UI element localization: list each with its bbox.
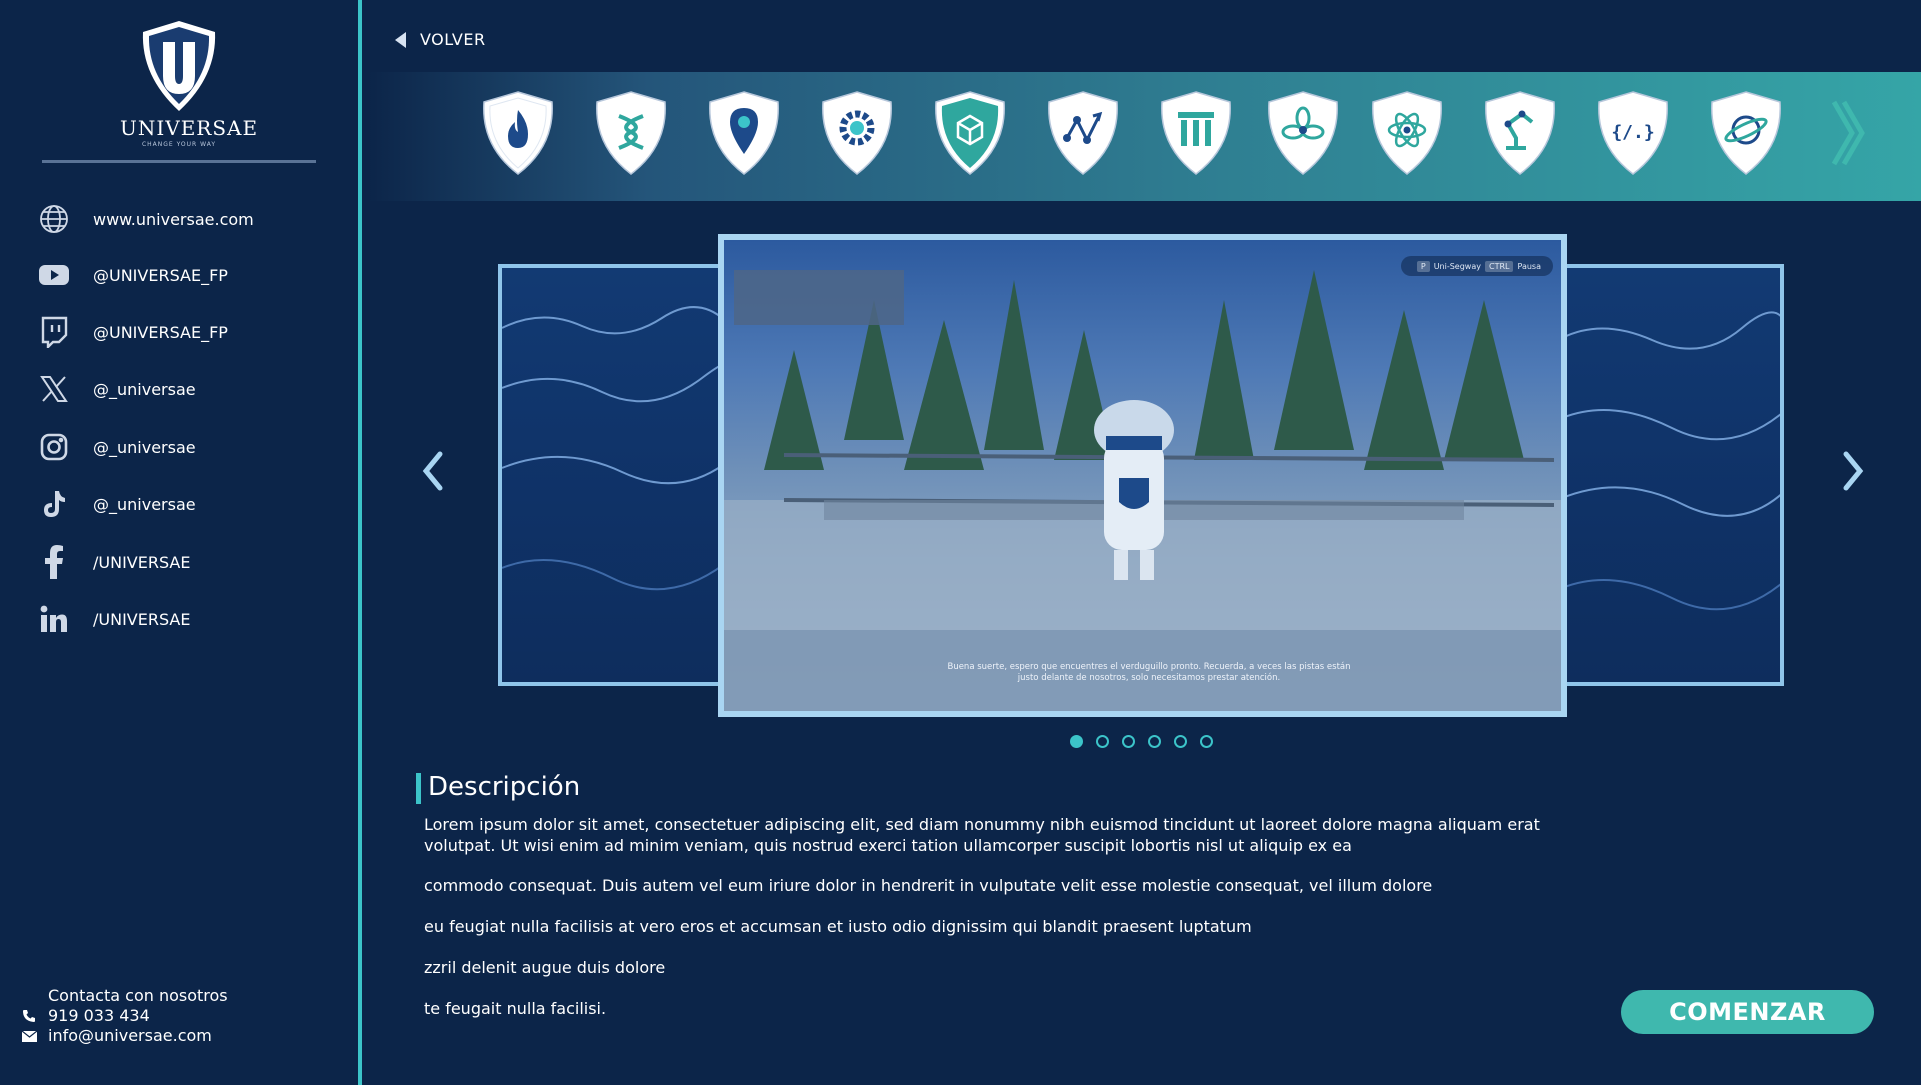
sidebar-divider: [42, 160, 316, 163]
description-paragraph: eu feugiat nulla facilisis at vero eros …: [424, 917, 1252, 936]
linkedin-icon: [37, 602, 71, 636]
back-arrow-icon: [395, 31, 406, 48]
x-icon: [37, 372, 71, 406]
carousel-dot[interactable]: [1070, 735, 1083, 748]
double-chevron-right-icon: [1831, 100, 1865, 166]
social-link-facebook[interactable]: /UNIVERSAE: [37, 542, 190, 582]
contact-block: Contacta con nosotros 919 033 434 info@u…: [22, 986, 228, 1046]
game-screenshot-image: [724, 270, 1561, 711]
hud-action: Pausa: [1517, 261, 1541, 271]
chevron-left-icon: [422, 451, 443, 491]
game-hud: P Uni-Segway CTRL Pausa: [1400, 256, 1553, 276]
category-network[interactable]: [1045, 90, 1121, 176]
social-link-linkedin[interactable]: /UNIVERSAE: [37, 599, 190, 639]
description-paragraph: Lorem ipsum dolor sit amet, consectetuer…: [424, 815, 1540, 855]
social-label: /UNIVERSAE: [93, 609, 191, 629]
social-link-x[interactable]: @_universae: [37, 369, 196, 409]
social-label: /UNIVERSAE: [93, 552, 191, 572]
contact-email: info@universae.com: [48, 1026, 212, 1045]
carousel-dot[interactable]: [1148, 735, 1161, 748]
twitch-icon: [37, 315, 71, 349]
cube-icon: [935, 91, 1005, 175]
facebook-icon: [37, 545, 71, 579]
description-paragraph: te feugait nulla facilisi.: [424, 999, 607, 1018]
category-flame[interactable]: [480, 90, 556, 176]
hud-key: CTRL: [1484, 260, 1514, 272]
category-location[interactable]: [706, 90, 782, 176]
water-texture-image: [1562, 311, 1780, 611]
gear-wrench-icon: [822, 91, 892, 175]
category-3d[interactable]: [932, 90, 1008, 176]
social-label: @UNIVERSAE_FP: [93, 322, 228, 342]
social-link-twitch[interactable]: @UNIVERSAE_FP: [37, 312, 228, 352]
phone-icon: [22, 1009, 48, 1023]
social-link-tiktok[interactable]: @_universae: [37, 484, 196, 524]
contact-title: Contacta con nosotros: [48, 986, 228, 1005]
carousel-dot[interactable]: [1174, 735, 1187, 748]
carousel-dot[interactable]: [1096, 735, 1109, 748]
youtube-icon: [37, 258, 71, 292]
carousel-slide-next[interactable]: [1558, 264, 1784, 686]
category-robotics[interactable]: [1482, 90, 1558, 176]
category-programming[interactable]: {/.}: [1595, 90, 1671, 176]
planet-icon: [1711, 91, 1781, 175]
columns-icon: [1161, 91, 1231, 175]
carousel-slide-current[interactable]: P Uni-Segway CTRL Pausa Buena suerte, es…: [718, 234, 1567, 717]
atom-icon: [1372, 91, 1442, 175]
category-web[interactable]: [1708, 90, 1784, 176]
category-classics[interactable]: [1158, 90, 1234, 176]
hud-action: Uni-Segway: [1433, 261, 1481, 271]
carousel-pagination: [1070, 735, 1226, 748]
dna-icon: [596, 91, 666, 175]
carousel-next-button[interactable]: [1840, 450, 1866, 496]
social-label: @_universae: [93, 437, 196, 457]
category-nature[interactable]: [1265, 90, 1341, 176]
back-label: VOLVER: [420, 30, 486, 49]
flower-icon: [1268, 91, 1338, 175]
contact-email-row[interactable]: info@universae.com: [22, 1026, 228, 1046]
instagram-icon: [37, 430, 71, 464]
category-mechanics[interactable]: [819, 90, 895, 176]
code-icon: {/.}: [1598, 91, 1668, 175]
description-title: Descripción: [428, 772, 581, 802]
network-graph-icon: [1048, 91, 1118, 175]
water-texture-image: [502, 306, 724, 591]
chevron-right-icon: [1843, 451, 1864, 491]
flame-icon: [483, 91, 553, 175]
social-link-instagram[interactable]: @_universae: [37, 427, 196, 467]
back-button[interactable]: VOLVER: [395, 30, 486, 49]
carousel-prev-button[interactable]: [420, 450, 446, 496]
robot-arm-icon: [1485, 91, 1555, 175]
category-next-button[interactable]: [1830, 100, 1866, 170]
contact-phone: 919 033 434: [48, 1006, 150, 1025]
location-pin-icon: [709, 91, 779, 175]
carousel-slide-prev[interactable]: [498, 264, 728, 686]
social-label: @_universae: [93, 379, 196, 399]
globe-icon: [37, 202, 71, 236]
contact-phone-row[interactable]: 919 033 434: [22, 1006, 228, 1026]
brand-logo[interactable]: UNIVERSAE CHANGE YOUR WAY: [120, 18, 259, 148]
social-label: www.universae.com: [93, 209, 254, 229]
brand-tagline: CHANGE YOUR WAY: [141, 141, 217, 148]
svg-text:{/.}: {/.}: [1611, 122, 1654, 143]
game-subtitle: Buena suerte, espero que encuentres el v…: [947, 662, 1351, 683]
mail-icon: [22, 1030, 48, 1042]
brand-name: UNIVERSAE: [120, 116, 259, 140]
carousel-dot[interactable]: [1122, 735, 1135, 748]
shield-logo-icon: [142, 21, 216, 111]
description-paragraph: zzril delenit augue duis dolore: [424, 958, 666, 977]
category-science[interactable]: [1369, 90, 1445, 176]
start-button[interactable]: COMENZAR: [1621, 990, 1874, 1034]
social-label: @_universae: [93, 494, 196, 514]
social-link-youtube[interactable]: @UNIVERSAE_FP: [37, 255, 228, 295]
carousel-dot[interactable]: [1200, 735, 1213, 748]
tiktok-icon: [37, 487, 71, 521]
hud-key: P: [1416, 260, 1430, 272]
description-accent-bar: [416, 773, 421, 804]
description-paragraph: commodo consequat. Duis autem vel eum ir…: [424, 876, 1433, 895]
social-link-website[interactable]: www.universae.com: [37, 199, 254, 239]
category-dna[interactable]: [593, 90, 669, 176]
social-label: @UNIVERSAE_FP: [93, 265, 228, 285]
sidebar: UNIVERSAE CHANGE YOUR WAY www.universae.…: [0, 0, 362, 1085]
